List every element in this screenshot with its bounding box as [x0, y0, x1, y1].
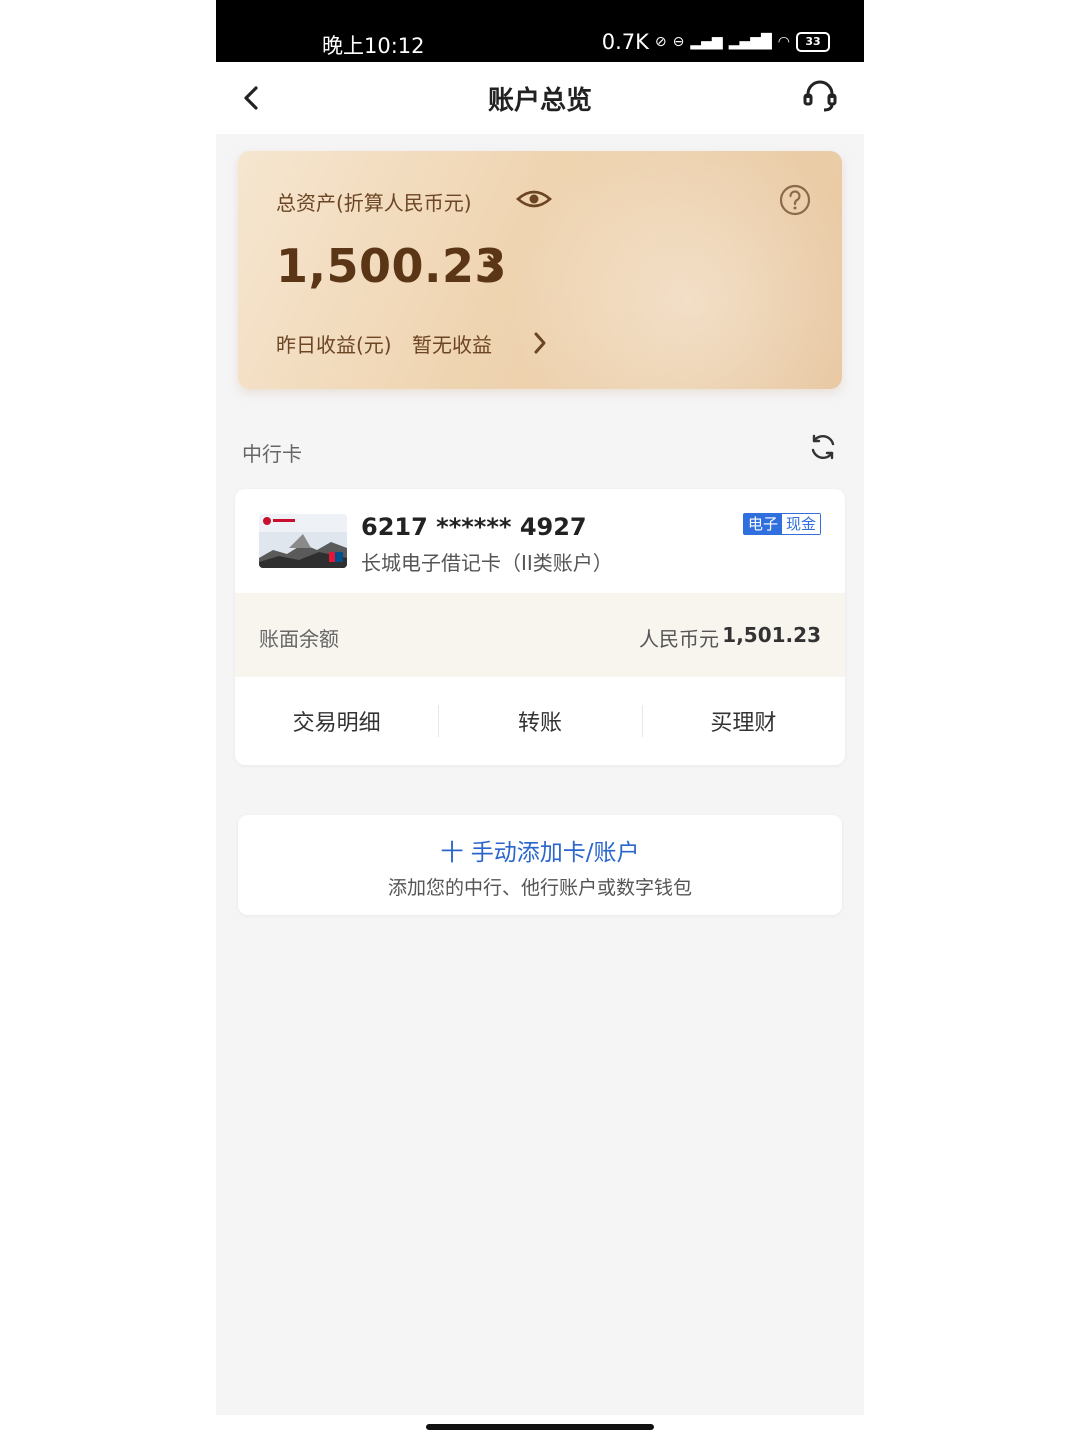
total-assets-amount: 1,500.23: [276, 239, 507, 293]
link-icon: ⊘: [654, 34, 667, 50]
total-assets-label: 总资产(折算人民币元): [276, 191, 472, 215]
balance-amount: 1,501.23: [722, 623, 821, 647]
e-cash-badge: 电子 现金: [742, 513, 821, 535]
status-icons: 0.7K ⊘ ⊖ ▂▄▆ ▂▄▆█ ◠ 33: [602, 30, 830, 54]
status-bar: 晚上10:12 0.7K ⊘ ⊖ ▂▄▆ ▂▄▆█ ◠ 33: [216, 0, 864, 62]
balance-row: 账面余额 人民币元 1,501.23: [235, 593, 845, 677]
add-account-button[interactable]: 十 手动添加卡/账户 添加您的中行、他行账户或数字钱包: [238, 815, 842, 915]
card-type: 长城电子借记卡（II类账户）: [361, 551, 613, 575]
card-number: 6217 ****** 4927: [361, 513, 587, 541]
total-assets-card[interactable]: 总资产(折算人民币元) 1,500.23 昨日收益(元) 暂无收益: [238, 151, 842, 389]
network-speed: 0.7K: [601, 30, 649, 54]
add-account-subtitle: 添加您的中行、他行账户或数字钱包: [387, 877, 692, 899]
buy-wealth-button[interactable]: 买理财: [641, 677, 845, 765]
nav-bar: 账户总览: [216, 62, 864, 134]
customer-service-icon[interactable]: [800, 76, 840, 116]
phone-screen: 晚上10:12 0.7K ⊘ ⊖ ▂▄▆ ▂▄▆█ ◠ 33 账户总览 总资产(…: [216, 0, 864, 1415]
balance-currency: 人民币元: [639, 627, 719, 651]
add-account-title: 十 手动添加卡/账户: [440, 840, 640, 866]
battery-icon: 33: [796, 32, 830, 52]
wifi-icon: ◠: [777, 34, 790, 50]
signal-icon-2: ▂▄▆█: [728, 34, 772, 50]
yesterday-earnings-label: 昨日收益(元): [276, 333, 392, 357]
yesterday-earnings-value: 暂无收益: [412, 333, 492, 357]
refresh-icon[interactable]: [808, 432, 838, 462]
transfer-button[interactable]: 转账: [438, 677, 641, 765]
bank-card[interactable]: 6217 ****** 4927 长城电子借记卡（II类账户） 电子 现金 账面…: [235, 489, 845, 765]
badge-part-b: 现金: [781, 514, 820, 534]
card-actions: 交易明细 转账 买理财: [235, 677, 845, 765]
balance-label: 账面余额: [259, 627, 339, 651]
transaction-details-button[interactable]: 交易明细: [235, 677, 438, 765]
status-time: 晚上10:12: [322, 34, 425, 58]
page-title: 账户总览: [487, 86, 592, 116]
eye-icon[interactable]: [516, 185, 552, 213]
home-indicator[interactable]: [426, 1424, 654, 1430]
chevron-right-icon[interactable]: [482, 249, 506, 285]
help-icon[interactable]: [778, 183, 812, 217]
section-title: 中行卡: [242, 442, 302, 466]
chevron-right-icon[interactable]: [530, 329, 550, 357]
signal-icon: ▂▄▆: [690, 34, 723, 50]
badge-part-a: 电子: [743, 514, 782, 534]
dnd-icon: ⊖: [672, 34, 685, 50]
card-image: [259, 514, 347, 568]
